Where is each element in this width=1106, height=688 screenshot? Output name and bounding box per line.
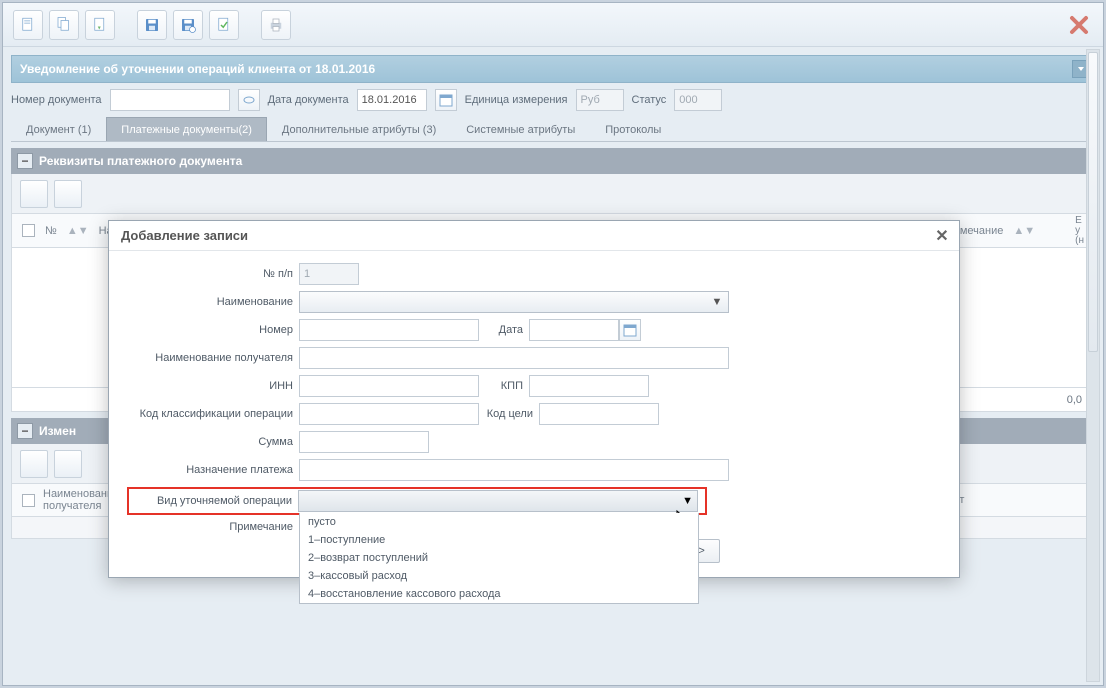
label-note: Примечание xyxy=(127,521,299,533)
approve-button[interactable] xyxy=(209,10,239,40)
optype-option-3[interactable]: 3–кассовый расход xyxy=(300,567,698,585)
doc-num-input[interactable] xyxy=(110,89,230,111)
label-recipient: Наименование получателя xyxy=(127,352,299,364)
label-sum: Сумма xyxy=(127,436,299,448)
input-sum[interactable] xyxy=(299,431,429,453)
add-record-dialog: Добавление записи ✕ № п/п Наименование ▼… xyxy=(108,220,960,578)
label-kpp: КПП xyxy=(479,380,529,392)
dialog-close-button[interactable]: ✕ xyxy=(933,227,951,245)
main-toolbar xyxy=(3,3,1103,47)
tab-document[interactable]: Документ (1) xyxy=(11,117,106,141)
input-date[interactable] xyxy=(529,319,619,341)
grid-add-button[interactable] xyxy=(20,180,48,208)
label-name: Наименование xyxy=(127,296,299,308)
calendar-icon[interactable] xyxy=(435,89,457,111)
collapse-icon[interactable]: − xyxy=(17,153,33,169)
vertical-scrollbar[interactable] xyxy=(1086,49,1100,682)
col-num: № xyxy=(45,225,57,237)
optype-option-2[interactable]: 2–возврат поступлений xyxy=(300,549,698,567)
input-classcode[interactable] xyxy=(299,403,479,425)
optype-option-4[interactable]: 4–восстановление кассового расхода xyxy=(300,585,698,603)
amount-total: 0,0 xyxy=(1067,394,1082,406)
label-inn: ИНН xyxy=(127,380,299,392)
tab-protocols[interactable]: Протоколы xyxy=(590,117,676,141)
document-title-bar: Уведомление об уточнении операций клиент… xyxy=(11,55,1095,83)
grid2-select-all[interactable] xyxy=(22,494,35,507)
select-all-checkbox[interactable] xyxy=(22,224,35,237)
collapse-icon-2[interactable]: − xyxy=(17,423,33,439)
grid2-edit-button[interactable] xyxy=(54,450,82,478)
input-kpp[interactable] xyxy=(529,375,649,397)
doc-num-helper-button[interactable] xyxy=(238,89,260,111)
section2-title: Измен xyxy=(39,424,76,438)
input-purpose[interactable] xyxy=(299,459,729,481)
grid-edit-button[interactable] xyxy=(54,180,82,208)
input-goalcode[interactable] xyxy=(539,403,659,425)
col-extra: Е у (н xyxy=(1075,216,1084,246)
optype-option-1[interactable]: 1–поступление xyxy=(300,531,698,549)
meta-row: Номер документа Дата документа Единица и… xyxy=(11,89,1095,111)
input-npp[interactable] xyxy=(299,263,359,285)
label-classcode: Код классификации операции xyxy=(127,408,299,420)
input-inn[interactable] xyxy=(299,375,479,397)
optype-option-empty[interactable]: пусто xyxy=(300,513,698,531)
date-picker-icon[interactable] xyxy=(619,319,641,341)
input-recipient[interactable] xyxy=(299,347,729,369)
label-optype: Вид уточняемой операции xyxy=(130,495,298,507)
doc-import-button[interactable] xyxy=(85,10,115,40)
status-label: Статус xyxy=(632,94,667,106)
grid1-toolbar xyxy=(11,174,1095,214)
label-purpose: Назначение платежа xyxy=(127,464,299,476)
dropdown-optype[interactable]: ▼ пусто 1–поступление 2–возврат поступле… xyxy=(298,490,698,512)
close-button[interactable] xyxy=(1065,11,1093,39)
print-button[interactable] xyxy=(261,10,291,40)
section-payment-doc-details: − Реквизиты платежного документа xyxy=(11,148,1095,174)
unit-label: Единица измерения xyxy=(465,94,568,106)
label-number: Номер xyxy=(127,324,299,336)
status-input xyxy=(674,89,722,111)
new-doc-button[interactable] xyxy=(13,10,43,40)
dropdown-optype-list: пусто 1–поступление 2–возврат поступлени… xyxy=(299,513,699,604)
save-button[interactable] xyxy=(137,10,167,40)
label-date: Дата xyxy=(479,324,529,336)
label-npp: № п/п xyxy=(127,268,299,280)
grid2-add-button[interactable] xyxy=(20,450,48,478)
tab-payment-docs[interactable]: Платежные документы(2) xyxy=(106,117,267,141)
doc-date-input[interactable] xyxy=(357,89,427,111)
section-title: Реквизиты платежного документа xyxy=(39,154,242,168)
label-goalcode: Код цели xyxy=(479,408,539,420)
tab-bar: Документ (1) Платежные документы(2) Допо… xyxy=(11,117,1095,142)
document-title: Уведомление об уточнении операций клиент… xyxy=(20,62,375,76)
dialog-title: Добавление записи xyxy=(121,228,248,243)
save-as-button[interactable] xyxy=(173,10,203,40)
dialog-title-bar: Добавление записи ✕ xyxy=(109,221,959,251)
copy-doc-button[interactable] xyxy=(49,10,79,40)
tab-additional-attrs[interactable]: Дополнительные атрибуты (3) xyxy=(267,117,451,141)
doc-date-label: Дата документа xyxy=(268,94,349,106)
doc-num-label: Номер документа xyxy=(11,94,102,106)
unit-input xyxy=(576,89,624,111)
input-number[interactable] xyxy=(299,319,479,341)
dropdown-name[interactable]: ▼ xyxy=(299,291,729,313)
tab-system-attrs[interactable]: Системные атрибуты xyxy=(451,117,590,141)
